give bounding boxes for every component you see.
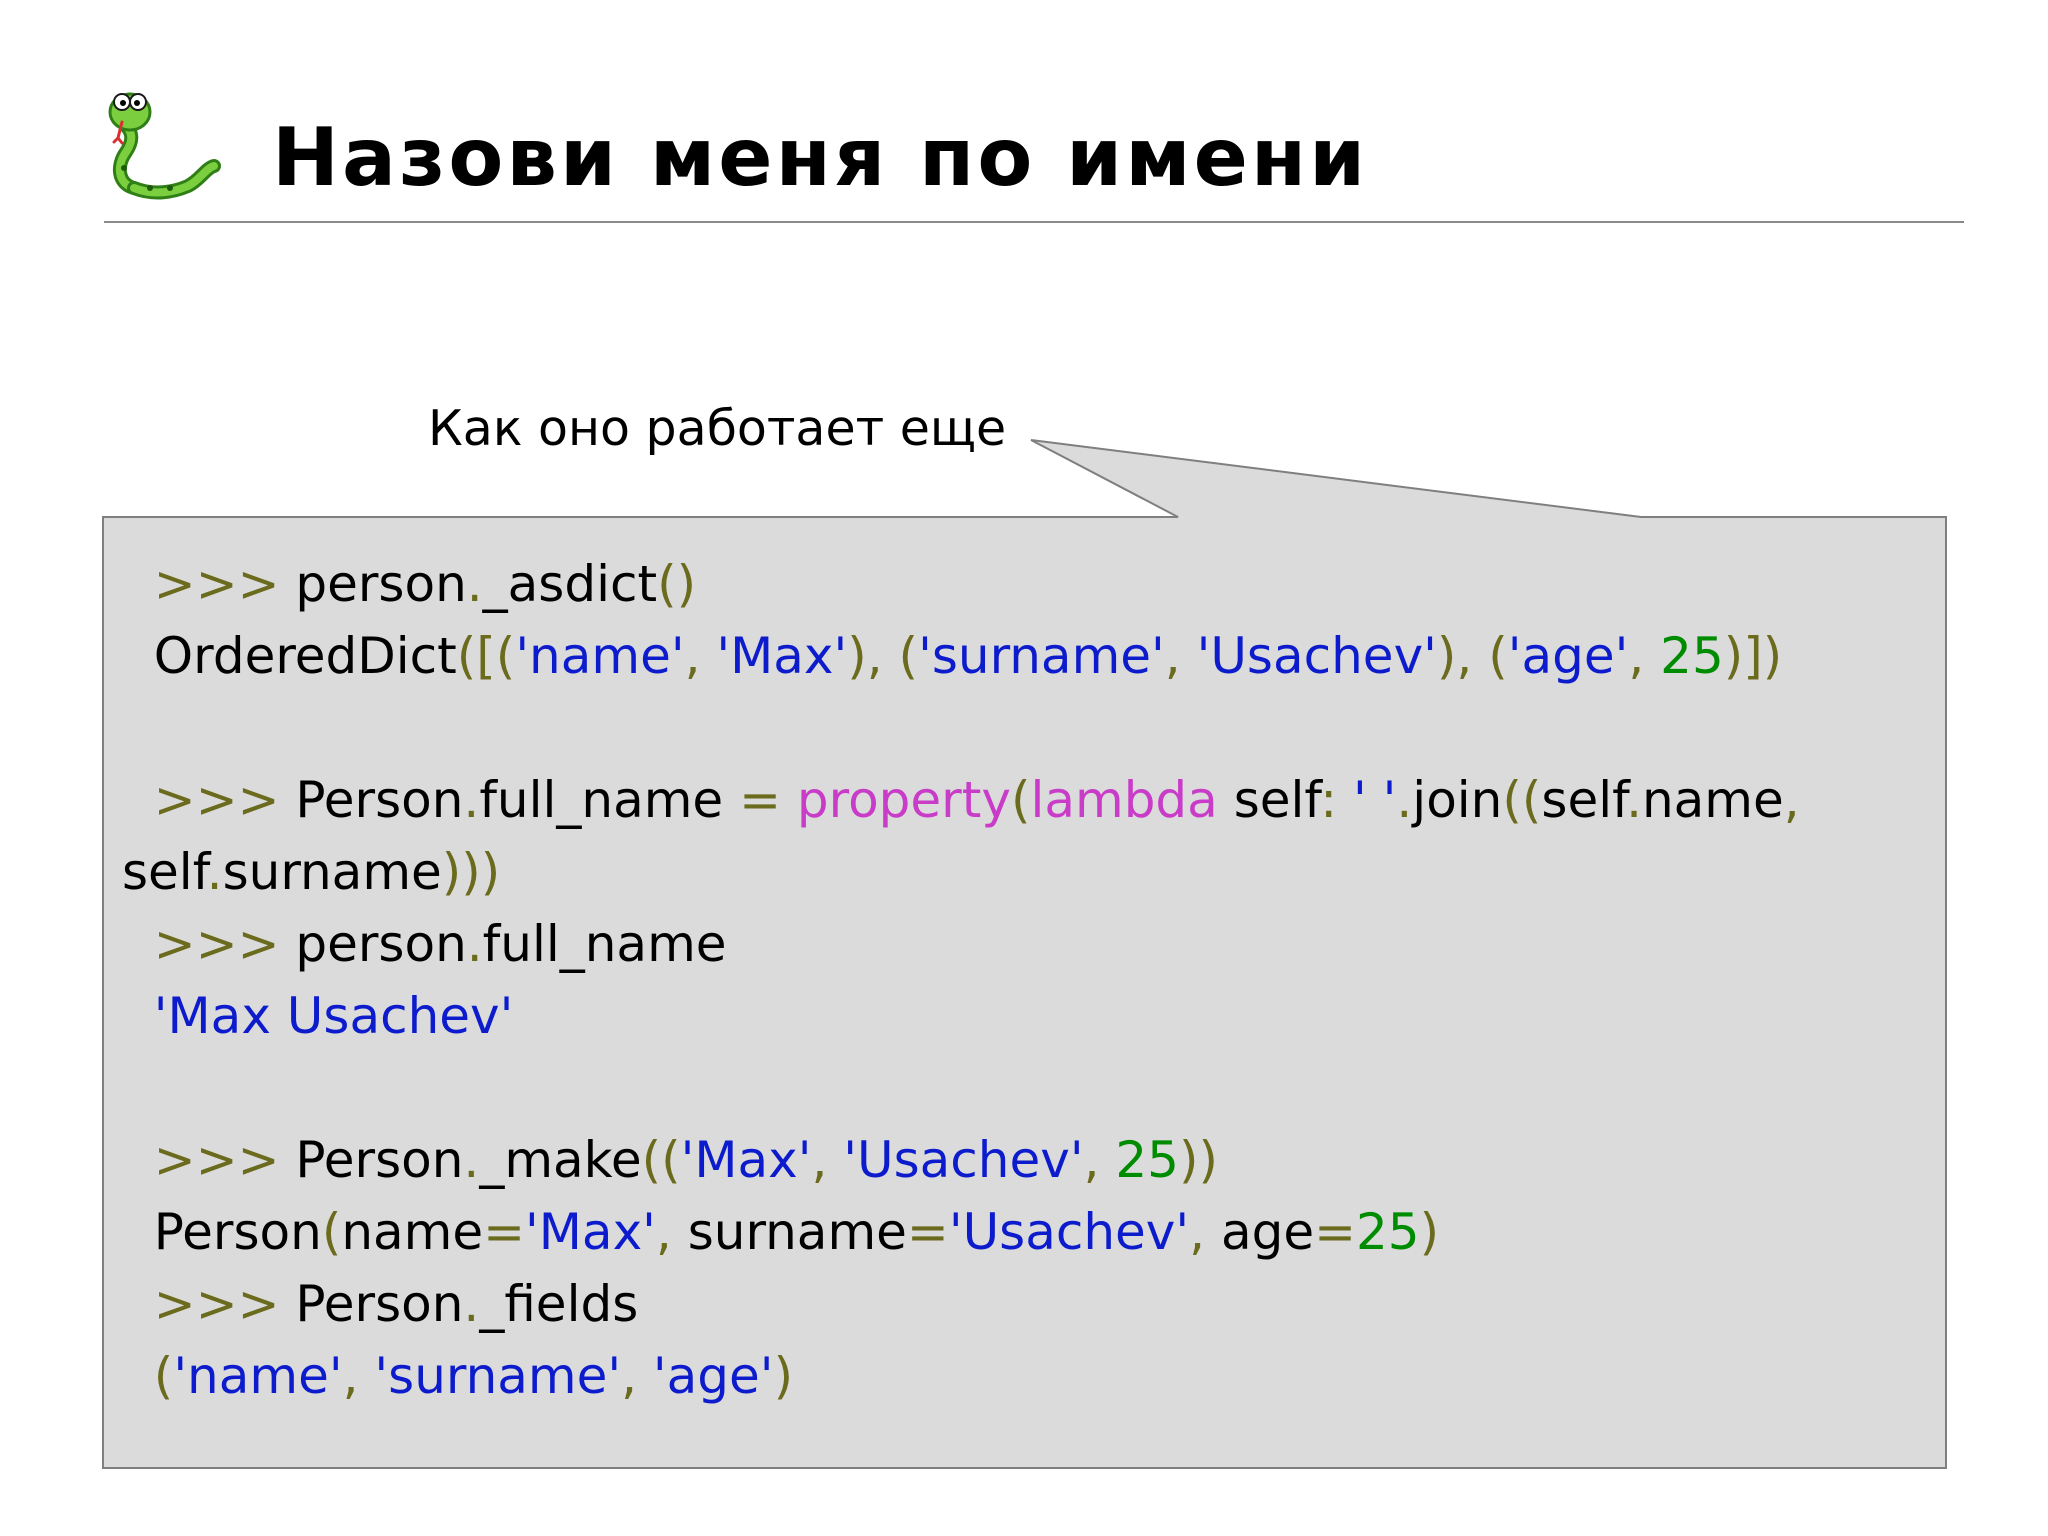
code-token: , bbox=[1783, 771, 1800, 829]
code-token: 25 bbox=[1115, 1131, 1179, 1189]
code-token: surname bbox=[222, 843, 442, 901]
code-token: Person bbox=[153, 1203, 322, 1261]
code-token: . bbox=[466, 555, 483, 613]
code-token: (( bbox=[641, 1131, 681, 1189]
code-line: Person(name='Max', surname='Usachev', ag… bbox=[122, 1196, 1932, 1268]
code-token: surname bbox=[687, 1203, 907, 1261]
code-token: , bbox=[655, 1203, 688, 1261]
code-token: ( bbox=[321, 1203, 342, 1261]
code-token: . bbox=[1626, 771, 1642, 829]
code-token: _fields bbox=[479, 1275, 639, 1333]
code-line: >>> person.full_name bbox=[122, 908, 1932, 980]
code-token: 'name' bbox=[173, 1347, 343, 1405]
code-token: . bbox=[1396, 771, 1413, 829]
code-token: Person bbox=[295, 1131, 464, 1189]
code-token: , bbox=[621, 1347, 653, 1405]
code-token: 'Max' bbox=[716, 627, 848, 685]
code-block: >>> person._asdict() OrderedDict([('name… bbox=[122, 548, 1932, 1412]
code-token: 25 bbox=[1660, 627, 1724, 685]
repl-prompt: >>> bbox=[153, 1131, 296, 1189]
code-token: , bbox=[1164, 627, 1197, 685]
code-token: , bbox=[1628, 627, 1661, 685]
code-token: property bbox=[796, 771, 1011, 829]
code-token: . bbox=[206, 843, 223, 901]
code-token: , bbox=[342, 1347, 375, 1405]
code-token: 'Max' bbox=[680, 1131, 812, 1189]
code-token: = bbox=[483, 1203, 526, 1261]
code-token: = bbox=[739, 771, 781, 829]
code-token: Person bbox=[295, 771, 464, 829]
code-token: self bbox=[122, 843, 207, 901]
code-token: self bbox=[1541, 771, 1627, 829]
code-token: self bbox=[1217, 771, 1321, 829]
code-token: 'Max Usachev' bbox=[153, 987, 514, 1045]
code-token: . bbox=[466, 915, 483, 973]
code-token: ))) bbox=[441, 843, 501, 901]
code-token: Person bbox=[295, 1275, 464, 1333]
code-token: 'Max' bbox=[525, 1203, 656, 1261]
code-token: lambda bbox=[1030, 771, 1218, 829]
code-token: 25 bbox=[1355, 1203, 1420, 1261]
code-token: full_name bbox=[479, 771, 740, 829]
slide: Назови меня по имени Как оно работает ещ… bbox=[0, 0, 2048, 1536]
code-token: 'age' bbox=[1507, 627, 1629, 685]
code-token: _make bbox=[479, 1131, 642, 1189]
code-token: ) bbox=[773, 1347, 794, 1405]
code-token: 'name' bbox=[515, 627, 685, 685]
code-token: , bbox=[811, 1131, 844, 1189]
code-token: 'surname' bbox=[374, 1347, 622, 1405]
repl-prompt: >>> bbox=[153, 771, 296, 829]
code-token: person bbox=[295, 915, 467, 973]
code-token: = bbox=[1314, 1203, 1356, 1261]
code-token: : bbox=[1320, 771, 1338, 829]
code-token: 'age' bbox=[652, 1347, 774, 1405]
code-token: . bbox=[463, 1131, 480, 1189]
code-token: _asdict bbox=[482, 555, 658, 613]
code-line: 'Max Usachev' bbox=[122, 980, 1932, 1052]
code-token: full_name bbox=[482, 915, 727, 973]
code-token: OrderedDict bbox=[153, 627, 457, 685]
code-token: . bbox=[463, 1275, 480, 1333]
code-line: >>> person._asdict() bbox=[122, 548, 1932, 620]
repl-prompt: >>> bbox=[153, 555, 296, 613]
code-token: , bbox=[1189, 1203, 1221, 1261]
code-token: 'Usachev' bbox=[948, 1203, 1190, 1261]
code-token: 'Usachev' bbox=[843, 1131, 1084, 1189]
callout-text: Как оно работает еще bbox=[428, 400, 1007, 457]
code-token: join bbox=[1412, 771, 1503, 829]
code-line: >>> Person.full_name = property(lambda s… bbox=[122, 764, 1932, 836]
code-token: name bbox=[1641, 771, 1784, 829]
code-line: >>> Person._fields bbox=[122, 1268, 1932, 1340]
code-token: ), ( bbox=[847, 627, 919, 685]
code-line: OrderedDict([('name', 'Max'), ('surname'… bbox=[122, 620, 1932, 692]
code-token: ( bbox=[1010, 771, 1031, 829]
code-token: ), ( bbox=[1436, 627, 1508, 685]
code-token: ) bbox=[1419, 1203, 1440, 1261]
code-token: (( bbox=[1502, 771, 1542, 829]
code-token: . bbox=[463, 771, 480, 829]
code-line: ('name', 'surname', 'age') bbox=[122, 1340, 1932, 1412]
repl-prompt: >>> bbox=[153, 1275, 296, 1333]
code-token: person bbox=[295, 555, 467, 613]
code-line: >>> Person._make(('Max', 'Usachev', 25)) bbox=[122, 1124, 1932, 1196]
code-token: )]) bbox=[1723, 627, 1783, 685]
code-token: )) bbox=[1179, 1131, 1219, 1189]
code-token: () bbox=[657, 555, 697, 613]
code-token: name bbox=[341, 1203, 484, 1261]
code-token: age bbox=[1220, 1203, 1315, 1261]
code-token: ([( bbox=[456, 627, 516, 685]
code-token: 'surname' bbox=[918, 627, 1165, 685]
repl-prompt: >>> bbox=[153, 915, 296, 973]
code-token: = bbox=[906, 1203, 949, 1261]
code-token: 'Usachev' bbox=[1196, 627, 1437, 685]
code-token: ' ' bbox=[1353, 771, 1397, 829]
code-token: , bbox=[1083, 1131, 1116, 1189]
code-line: self.surname))) bbox=[122, 836, 1932, 908]
code-token: ( bbox=[153, 1347, 174, 1405]
code-token: , bbox=[684, 627, 717, 685]
